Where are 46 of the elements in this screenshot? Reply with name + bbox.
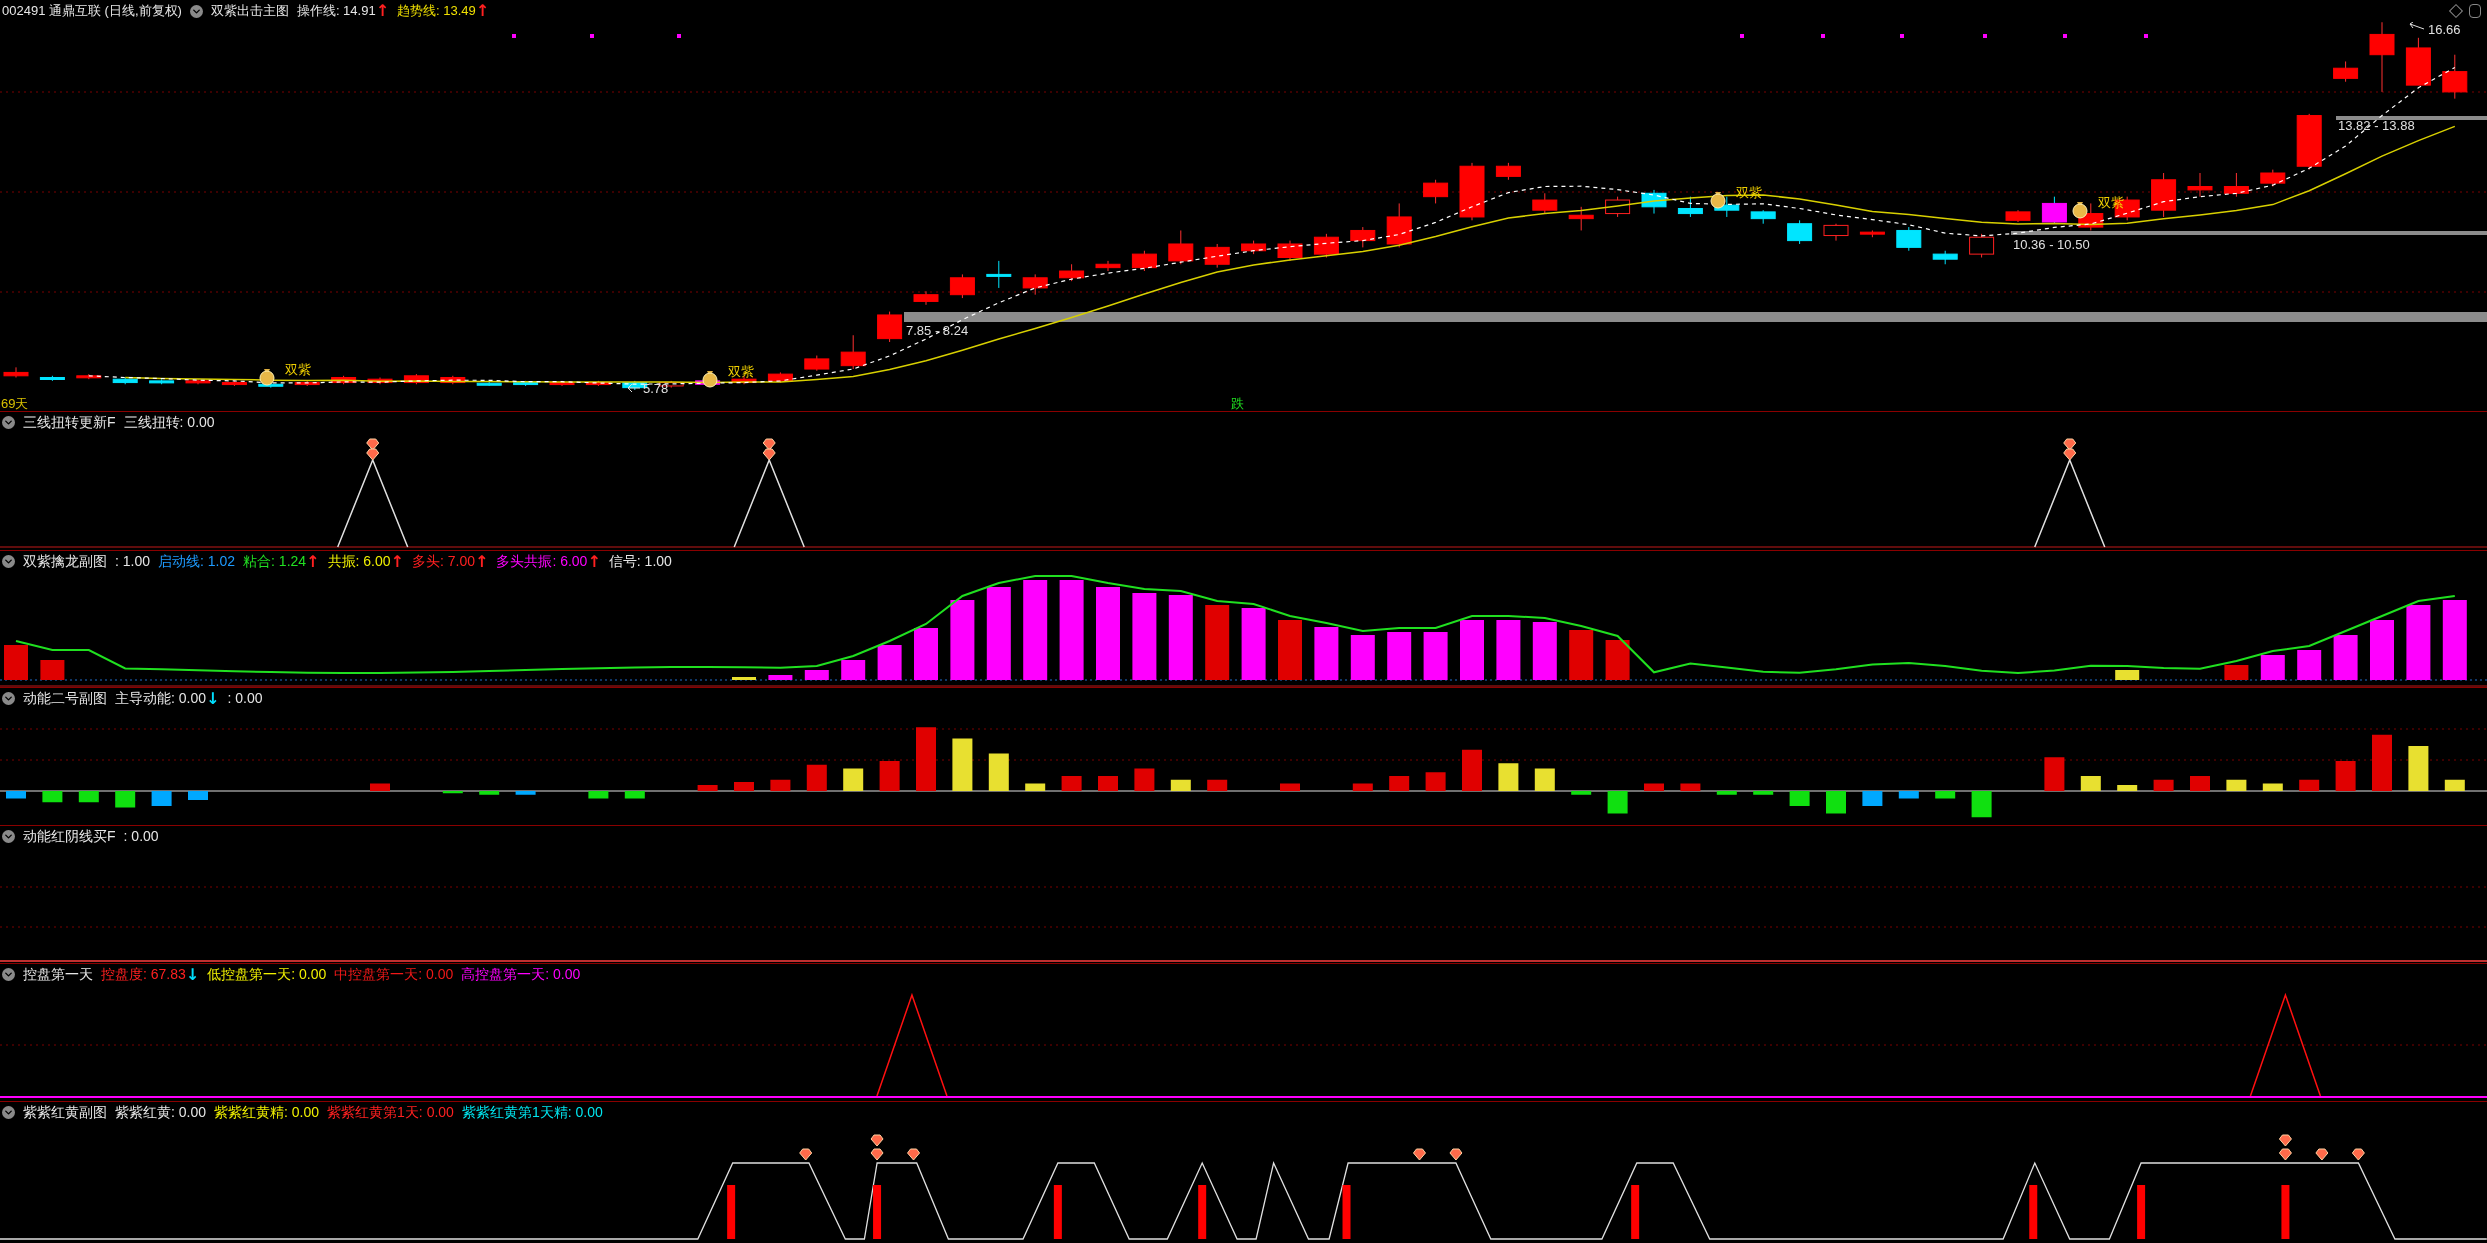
trend-arrow: ↑ xyxy=(390,553,404,570)
indicator-value: 多头: 7.00 xyxy=(411,552,475,571)
indicator-value: 紫紫红黄精: 0.00 xyxy=(214,1103,320,1122)
indicator-title: 紫紫红黄副图 xyxy=(23,1103,107,1122)
fall-marker: 跌 xyxy=(1231,396,1244,411)
indicator-value: 趋势线: 13.49 xyxy=(397,2,476,21)
trend-arrow: ↑ xyxy=(474,553,489,570)
indicator-value: 紫紫红黄第1天精: 0.00 xyxy=(461,1103,603,1122)
indicator-title: 三线扭转更新F xyxy=(23,413,116,432)
indicator-value: 共振: 6.00 xyxy=(327,552,391,571)
indicator-value: 紫紫红黄: 0.00 xyxy=(115,1103,207,1122)
indicator-value: 低控盘第一天: 0.00 xyxy=(207,965,327,984)
indicator-value: 三线扭转: 0.00 xyxy=(123,413,215,432)
indicator-title: 动能二号副图 xyxy=(23,689,107,708)
trend-arrow: ↑ xyxy=(475,3,490,19)
indicator-value: 信号: 1.00 xyxy=(608,552,672,571)
trend-arrow: ↓ xyxy=(185,966,200,983)
trend-arrow: ↑ xyxy=(587,553,601,570)
signal-label: 双紫 xyxy=(728,364,754,379)
day-count-label: 69天 xyxy=(1,396,29,411)
indicator-value: 启动线: 1.02 xyxy=(158,552,236,571)
indicator-value: 紫紫红黄第1天: 0.00 xyxy=(327,1103,454,1122)
indicator-value: 控盘度: 67.83 xyxy=(101,965,186,984)
indicator-value: : 0.00 xyxy=(227,689,263,708)
indicator-value: : 1.00 xyxy=(115,552,151,571)
indicator-title: 双紫擒龙副图 xyxy=(23,552,107,571)
indicator-title: 双紫出击主图 xyxy=(210,2,289,21)
indicator-value: 高控盘第一天: 0.00 xyxy=(461,965,581,984)
trend-arrow: ↑ xyxy=(375,3,390,19)
price-range-label: 10.36 - 10.50 xyxy=(2013,237,2090,252)
price-range-label: 7.85 - 8.24 xyxy=(906,323,969,338)
indicator-value: : 0.00 xyxy=(123,827,159,846)
signal-label: 双紫 xyxy=(285,362,311,377)
indicator-title: 动能红阴线买F xyxy=(23,827,116,846)
indicator-value: 操作线: 14.91 xyxy=(296,2,376,21)
high-price-label: 16.66 xyxy=(2428,22,2461,37)
indicator-value: 主导动能: 0.00 xyxy=(115,689,207,708)
stock-title: 002491 通鼎互联 (日线,前复权) xyxy=(2,2,182,21)
price-range-label: 13.82 - 13.88 xyxy=(2338,118,2415,133)
indicator-title: 控盘第一天 xyxy=(23,965,93,984)
indicator-value: 中控盘第一天: 0.00 xyxy=(334,965,454,984)
low-price-label: 5.78 xyxy=(643,381,669,396)
trend-arrow: ↑ xyxy=(306,553,320,570)
indicator-value: 粘合: 1.24 xyxy=(243,552,307,571)
indicator-value: 多头共振: 6.00 xyxy=(496,552,588,571)
trend-arrow: ↓ xyxy=(206,690,220,707)
